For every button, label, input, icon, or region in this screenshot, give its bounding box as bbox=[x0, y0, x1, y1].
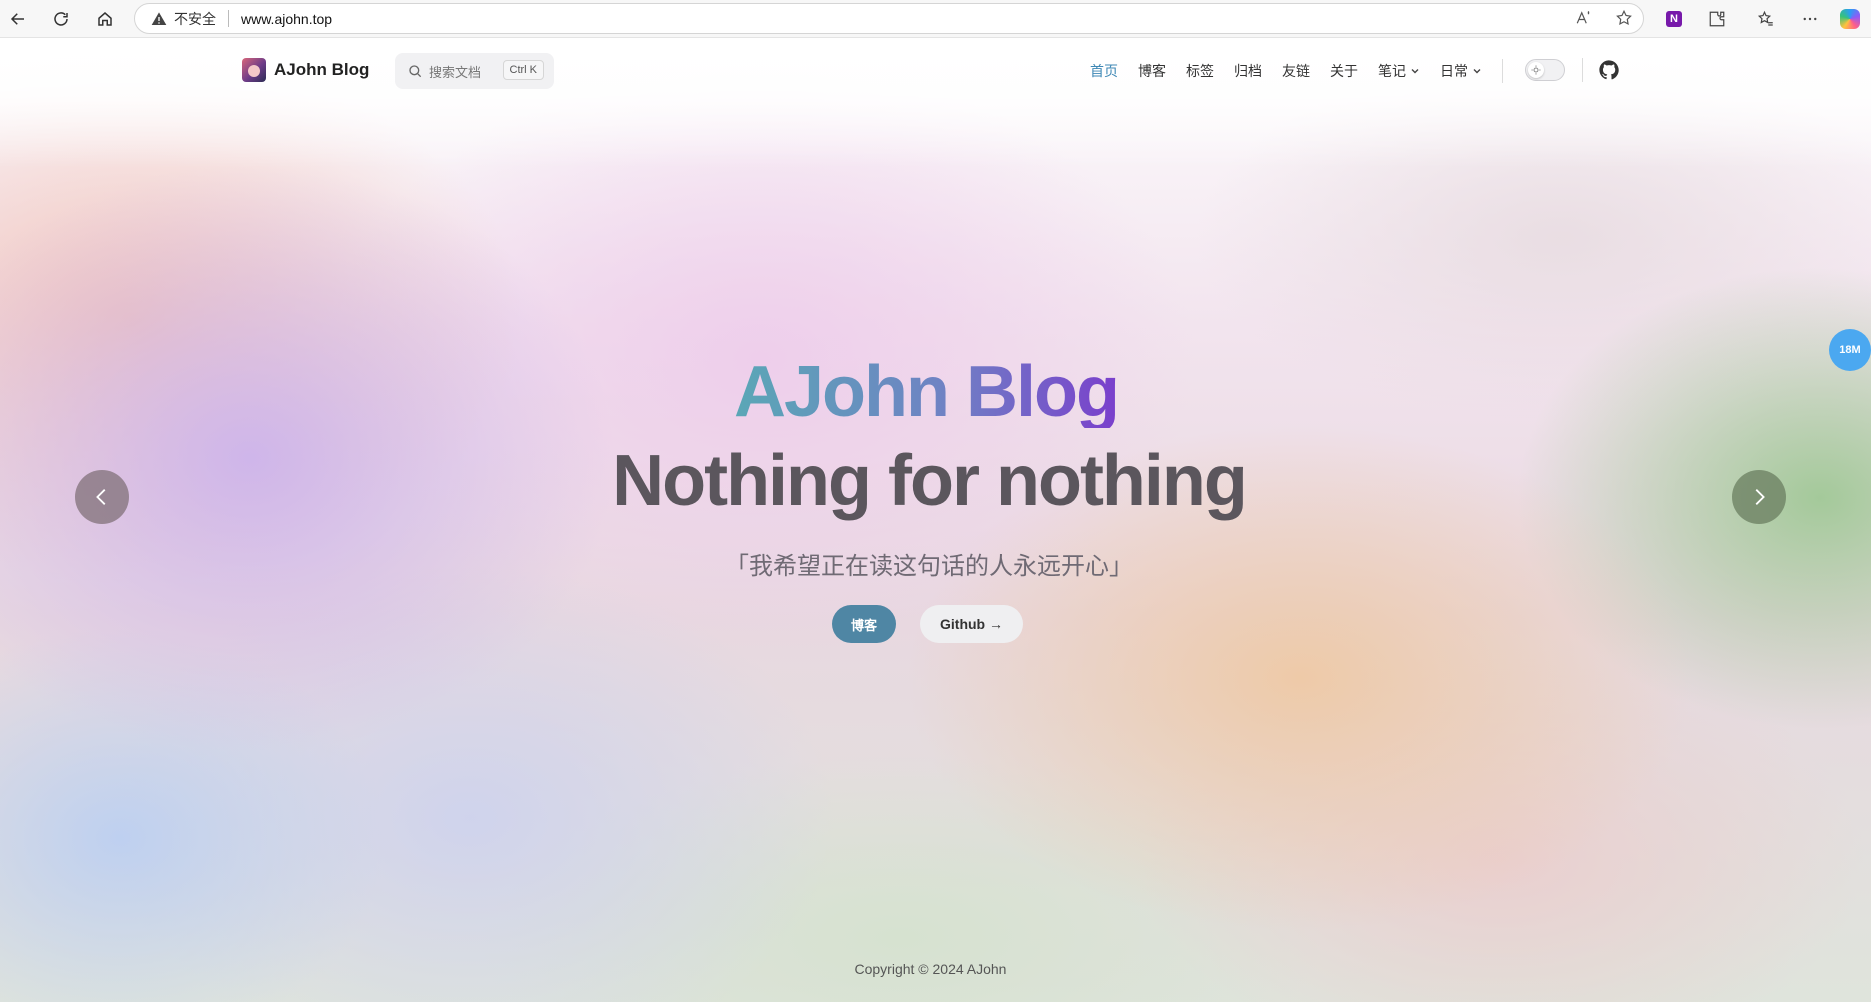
site-header: AJohn Blog 搜索文档 Ctrl K 首页 博客 标签 归档 友链 关于… bbox=[0, 38, 1871, 102]
nav-item-notes[interactable]: 笔记 bbox=[1378, 61, 1420, 81]
floating-badge[interactable]: 18M bbox=[1829, 329, 1871, 371]
reload-icon[interactable] bbox=[43, 1, 79, 37]
blog-button[interactable]: 博客 bbox=[832, 605, 897, 643]
brand-link[interactable]: AJohn Blog bbox=[242, 58, 369, 82]
carousel-next-button[interactable] bbox=[1732, 470, 1786, 524]
page-background: AJohn Blog 搜索文档 Ctrl K 首页 博客 标签 归档 友链 关于… bbox=[0, 38, 1871, 1002]
warning-icon bbox=[151, 11, 167, 25]
search-shortcut: Ctrl K bbox=[502, 60, 544, 80]
nav-item-about[interactable]: 关于 bbox=[1330, 61, 1358, 81]
nav-divider bbox=[1502, 59, 1503, 83]
url-text[interactable]: www.ajohn.top bbox=[241, 11, 332, 27]
hero-tagline: Nothing for nothing bbox=[612, 441, 1248, 521]
back-icon[interactable] bbox=[0, 1, 36, 37]
brand-title: AJohn Blog bbox=[274, 60, 370, 79]
chevron-right-icon bbox=[1755, 489, 1765, 505]
nav-item-label: 首页 bbox=[1090, 63, 1118, 79]
nav-item-label: 标签 bbox=[1186, 63, 1214, 79]
nav-item-label: 归档 bbox=[1234, 63, 1262, 79]
more-menu-icon[interactable] bbox=[1800, 9, 1820, 29]
extensions-icon[interactable] bbox=[1707, 9, 1727, 29]
theme-toggle[interactable] bbox=[1525, 59, 1565, 81]
onenote-extension-icon[interactable]: N bbox=[1664, 9, 1684, 29]
nav-item-daily[interactable]: 日常 bbox=[1440, 61, 1482, 81]
github-icon[interactable] bbox=[1598, 59, 1620, 81]
sun-icon bbox=[1528, 62, 1544, 78]
nav-item-friends[interactable]: 友链 bbox=[1282, 61, 1310, 81]
home-icon[interactable] bbox=[87, 1, 123, 37]
toggle-divider bbox=[1582, 58, 1583, 82]
carousel-prev-button[interactable] bbox=[75, 470, 129, 524]
footer-copyright: Copyright © 2024 AJohn bbox=[854, 961, 1007, 977]
nav-item-label: 日常 bbox=[1440, 63, 1468, 79]
nav-item-blog[interactable]: 博客 bbox=[1138, 61, 1166, 81]
nav-item-label: 博客 bbox=[1138, 63, 1166, 79]
chevron-down-icon bbox=[1411, 69, 1419, 74]
copilot-icon[interactable] bbox=[1840, 9, 1860, 29]
github-button[interactable]: Github → bbox=[920, 605, 1024, 643]
search-placeholder: 搜索文档 bbox=[429, 64, 482, 80]
insecure-label[interactable]: 不安全 bbox=[174, 9, 216, 29]
avatar bbox=[242, 58, 266, 82]
chevron-down-icon bbox=[1473, 69, 1481, 74]
chevron-left-icon bbox=[96, 489, 106, 505]
nav-item-home[interactable]: 首页 bbox=[1090, 61, 1118, 81]
nav-item-tags[interactable]: 标签 bbox=[1186, 61, 1214, 81]
search-icon bbox=[409, 65, 422, 78]
nav-item-archive[interactable]: 归档 bbox=[1234, 61, 1262, 81]
search-button[interactable]: 搜索文档 Ctrl K bbox=[395, 53, 554, 89]
address-separator bbox=[228, 10, 229, 27]
address-bar[interactable]: 不安全 www.ajohn.top bbox=[134, 3, 1644, 34]
favorites-icon[interactable] bbox=[1756, 9, 1776, 29]
read-aloud-icon[interactable] bbox=[1575, 9, 1593, 27]
nav-item-label: 友链 bbox=[1282, 63, 1310, 79]
nav-item-label: 笔记 bbox=[1378, 63, 1406, 79]
hero-title: AJohn Blog bbox=[734, 352, 1120, 432]
main-nav: 首页 博客 标签 归档 友链 关于 笔记 日常 bbox=[1090, 59, 1503, 83]
browser-toolbar: 不安全 www.ajohn.top N bbox=[0, 0, 1871, 38]
nav-item-label: 关于 bbox=[1330, 63, 1358, 79]
hero-actions: 博客 Github → bbox=[832, 605, 1024, 643]
favorite-star-icon[interactable] bbox=[1615, 9, 1633, 27]
hero-quote: 「我希望正在读这句话的人永远开心」 bbox=[725, 553, 1133, 580]
